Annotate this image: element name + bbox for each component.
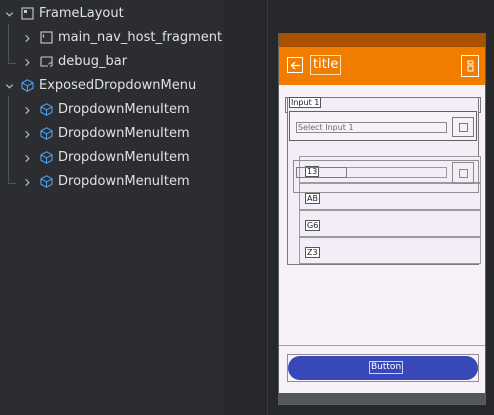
tree-item-label: main_nav_host_fragment — [58, 30, 223, 45]
dropdown-menu-item-text: Z3 — [305, 247, 320, 258]
input-placeholder[interactable]: Select Input 1 — [296, 122, 447, 133]
canvas-divider — [267, 0, 268, 415]
tree-item-label: DropdownMenuItem — [58, 102, 190, 117]
tree-row-dropdown-menu-item[interactable]: DropdownMenuItem — [0, 146, 226, 170]
tree-item-label: ExposedDropdownMenu — [39, 78, 197, 93]
tree-item-label: debug_bar — [58, 54, 128, 69]
chevron-right-icon[interactable] — [22, 57, 32, 67]
frame-layout-icon — [21, 7, 34, 20]
composable-icon — [40, 127, 53, 140]
tree-item-label: DropdownMenuItem — [58, 150, 190, 165]
dropdown-menu-item[interactable]: G6 — [299, 210, 481, 237]
tree-row-exposed-dropdown-menu[interactable]: ExposedDropdownMenu — [0, 74, 226, 98]
input-label: Input 1 — [289, 97, 322, 108]
dropdown-menu-item[interactable]: Z3 — [299, 237, 481, 264]
component-tree-panel: FrameLayout main_nav_host_fragment debug… — [0, 0, 226, 415]
composable-icon — [40, 151, 53, 164]
chevron-right-icon[interactable] — [22, 105, 32, 115]
back-arrow-icon[interactable] — [287, 57, 303, 73]
dropdown-arrow-icon — [458, 122, 468, 132]
chevron-right-icon[interactable] — [22, 153, 32, 163]
fragment-icon — [40, 31, 53, 44]
chevron-right-icon[interactable] — [22, 33, 32, 43]
tree-row-framelayout[interactable]: FrameLayout — [0, 2, 226, 26]
tree-row-dropdown-menu-item[interactable]: DropdownMenuItem — [0, 170, 226, 194]
overflow-menu-icon[interactable] — [461, 55, 479, 77]
dropdown-menu-item-text: G6 — [305, 220, 321, 231]
composable-icon — [40, 175, 53, 188]
chevron-down-icon[interactable] — [4, 9, 14, 19]
placeholder-outline-overlay — [296, 167, 347, 178]
chevron-right-icon[interactable] — [22, 129, 32, 139]
trailing-icon-overlay — [452, 162, 474, 184]
primary-button-label: Button — [369, 361, 404, 374]
tree-row-dropdown-menu-item[interactable]: DropdownMenuItem — [0, 98, 226, 122]
compose-view-icon — [40, 55, 53, 68]
screen-content: 13 AB G6 Z3 Input 1 Select Input 1 — [279, 85, 485, 345]
chevron-right-icon[interactable] — [22, 177, 32, 187]
tree-row-dropdown-menu-item[interactable]: DropdownMenuItem — [0, 122, 226, 146]
app-bar-title: title — [310, 55, 342, 75]
tree-item-label: DropdownMenuItem — [58, 174, 190, 189]
composable-icon — [21, 79, 34, 92]
tree-item-label: FrameLayout — [39, 6, 124, 21]
chevron-down-icon[interactable] — [4, 81, 14, 91]
navigation-bar — [279, 393, 485, 404]
bottom-button-area: Button — [279, 345, 485, 393]
dropdown-arrow-icon — [458, 168, 468, 178]
composable-icon — [40, 103, 53, 116]
dropdown-trailing-icon[interactable] — [452, 117, 474, 137]
device-preview[interactable]: title 13 AB G6 Z3 Input 1 Select Input 1… — [278, 33, 486, 405]
tree-row-debug-bar[interactable]: debug_bar — [0, 50, 226, 74]
status-bar — [279, 34, 485, 47]
tree-row-main-nav-host-fragment[interactable]: main_nav_host_fragment — [0, 26, 226, 50]
tree-item-label: DropdownMenuItem — [58, 126, 190, 141]
dropdown-menu-item-text: AB — [305, 193, 320, 204]
app-bar[interactable]: title — [279, 47, 485, 85]
